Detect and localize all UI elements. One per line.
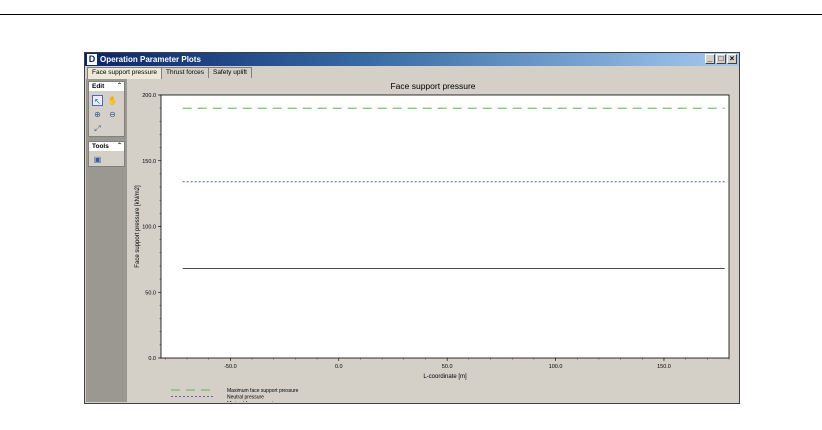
tab-face-support-pressure[interactable]: Face support pressure (87, 67, 163, 79)
edit-panel-header[interactable]: Edit ⌃ (89, 82, 124, 91)
zoom-out-icon[interactable]: ⊖ (107, 109, 118, 120)
y-tick-label: 200.0 (142, 93, 156, 99)
tools-panel: Tools ⌃ ▣ (88, 141, 125, 167)
x-tick-label: 0.0 (335, 364, 343, 370)
x-tick-label: -50.0 (224, 364, 237, 370)
hand-icon[interactable]: ✋ (107, 95, 118, 106)
plot-background (160, 94, 730, 359)
edit-panel-title: Edit (92, 83, 105, 90)
y-tick-label: 150.0 (142, 159, 156, 165)
legend-label: Neutral pressure (227, 394, 264, 400)
maximize-button[interactable]: □ (716, 54, 726, 64)
x-tick-label: 50.0 (442, 364, 453, 370)
legend-label: Maximum face support pressure (227, 388, 299, 394)
y-axis-label: Face support pressure [kN/m2] (135, 185, 141, 268)
app-icon: D (87, 54, 97, 65)
chart-area: Face support pressure 0.0 50.0 100.0 150.0 2… (129, 79, 737, 402)
collapse-icon[interactable]: ⌃ (117, 142, 122, 151)
tab-thrust-forces[interactable]: Thrust forces (161, 67, 209, 78)
pointer-icon[interactable]: ↖ (92, 95, 103, 106)
y-tick-label: 50.0 (145, 290, 156, 296)
tools-panel-header[interactable]: Tools ⌃ (89, 142, 124, 151)
x-tick-label: 150.0 (657, 364, 671, 370)
sidebar: Edit ⌃ ↖ ✋ ⊕ ⊖ ⤢ Tools ⌃ ▣ (86, 79, 127, 402)
tab-safety-uplift[interactable]: Safety uplift (207, 67, 252, 78)
collapse-icon[interactable]: ⌃ (117, 82, 122, 91)
operation-parameter-plots-window: D Operation Parameter Plots _ □ × Face s… (84, 52, 740, 404)
edit-panel: Edit ⌃ ↖ ✋ ⊕ ⊖ ⤢ (88, 81, 125, 137)
tools-panel-title: Tools (92, 143, 109, 150)
tab-strip: Face support pressure Thrust forces Safe… (87, 67, 252, 79)
x-axis-label: L-coordinate [m] (423, 374, 467, 380)
title-bar[interactable]: D Operation Parameter Plots _ □ × (85, 53, 739, 66)
face-support-pressure-chart[interactable]: 0.0 50.0 100.0 150.0 200.0 -50.0 0.0 50.0 100.0 1… (129, 79, 737, 402)
zoom-in-icon[interactable]: ⊕ (92, 109, 103, 120)
window-title: Operation Parameter Plots (100, 55, 201, 64)
x-tick-label: 100.0 (549, 364, 563, 370)
y-tick-label: 100.0 (142, 225, 156, 231)
zoom-fit-icon[interactable]: ⤢ (92, 123, 103, 134)
minimize-button[interactable]: _ (705, 54, 715, 64)
save-image-icon[interactable]: ▣ (92, 154, 103, 165)
legend-label: Minimal face support pressure (227, 401, 294, 402)
page-top-rule (0, 14, 822, 15)
close-button[interactable]: × (727, 54, 737, 64)
y-tick-label: 0.0 (148, 356, 156, 362)
